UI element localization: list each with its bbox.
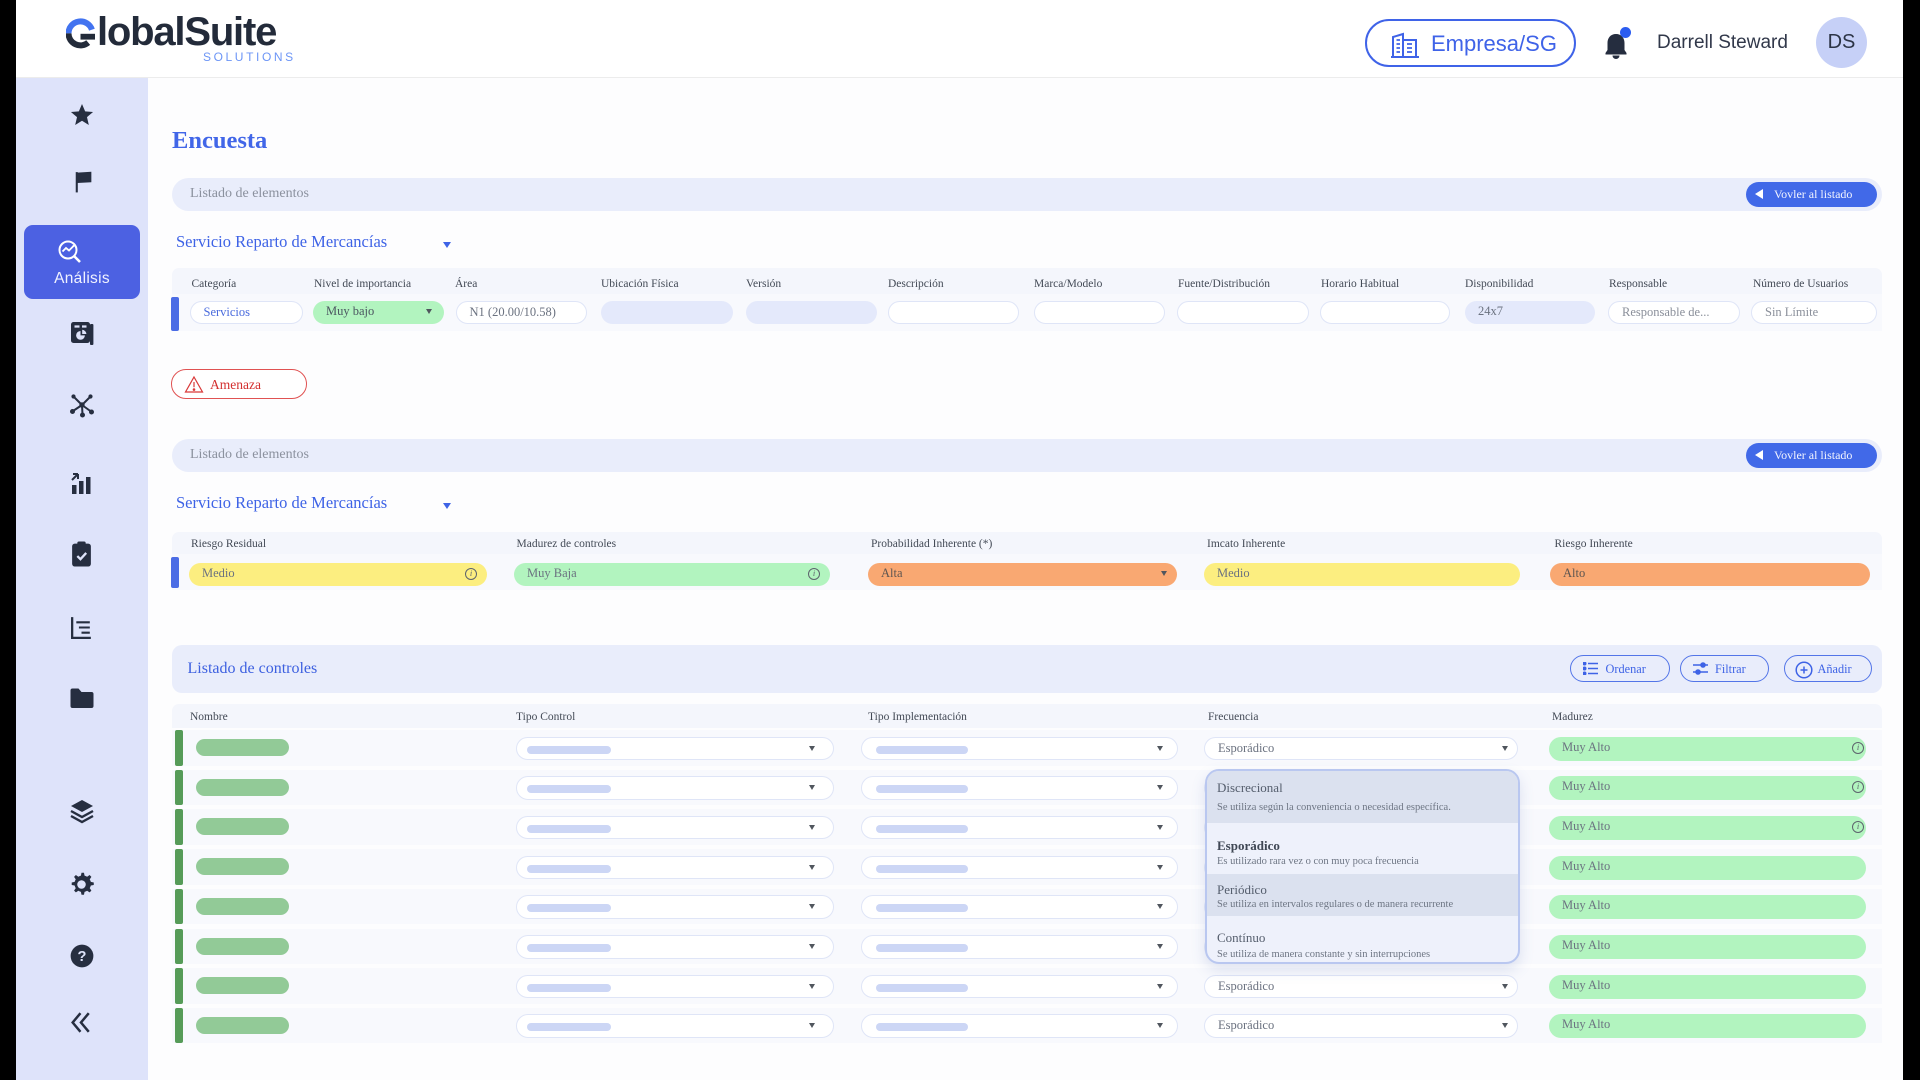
svg-text:?: ?	[78, 949, 87, 965]
